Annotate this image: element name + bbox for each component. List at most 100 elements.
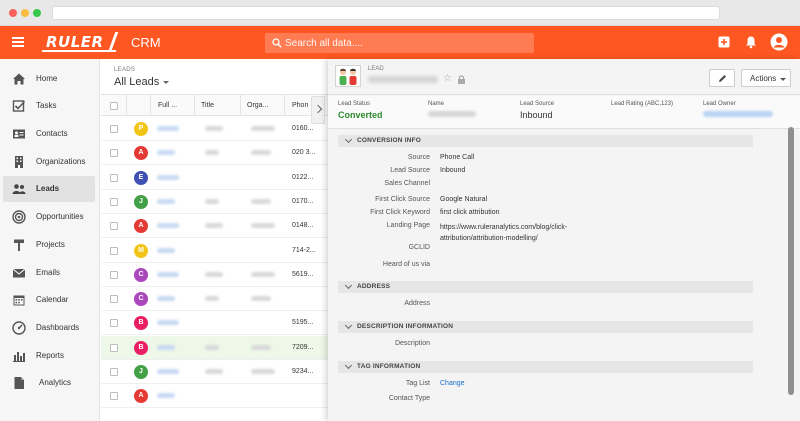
section-conversion-info[interactable]: CONVERSION INFO xyxy=(338,135,753,147)
column-header-title[interactable]: Title xyxy=(201,102,214,109)
lead-initial-avatar: J xyxy=(134,365,148,379)
name-redacted xyxy=(428,111,476,117)
field-value: first click attribution xyxy=(440,209,500,216)
row-checkbox[interactable] xyxy=(110,173,118,182)
lead-initial-avatar: A xyxy=(134,146,148,161)
row-checkbox[interactable] xyxy=(110,319,118,328)
address-bar[interactable] xyxy=(52,6,720,20)
table-row[interactable]: A 020 3... xyxy=(101,141,328,166)
phone-cell: 5195... xyxy=(292,319,314,327)
redacted-cell xyxy=(251,126,275,131)
sidebar-item-tasks[interactable]: Tasks xyxy=(3,93,95,119)
lead-initial-avatar: C xyxy=(134,292,148,307)
table-row[interactable]: P 0160... xyxy=(101,117,328,141)
column-header-organization[interactable]: Orga... xyxy=(247,102,268,109)
chevron-down-icon xyxy=(344,361,353,370)
redacted-cell xyxy=(157,393,175,399)
row-checkbox[interactable] xyxy=(110,392,118,401)
add-icon[interactable] xyxy=(717,35,731,49)
summary-label: Lead Status xyxy=(338,101,371,107)
sidebar-item-reports[interactable]: Reports xyxy=(3,343,95,369)
window-minimize-button[interactable] xyxy=(21,9,29,17)
sidebar-item-analytics[interactable]: Analytics xyxy=(3,370,95,396)
sidebar-item-opportunities[interactable]: Opportunities xyxy=(3,204,95,230)
search-input[interactable] xyxy=(285,36,525,50)
edit-button[interactable] xyxy=(709,69,735,87)
table-row[interactable]: A xyxy=(101,384,328,409)
sidebar-item-projects[interactable]: Projects xyxy=(3,232,95,258)
column-header-full-name[interactable]: Full ... xyxy=(158,102,177,109)
window-maximize-button[interactable] xyxy=(33,9,41,17)
table-row[interactable]: J 0170... xyxy=(101,190,328,214)
app-header: RULER CRM xyxy=(0,26,800,59)
sidebar-item-calendar[interactable]: Calendar xyxy=(3,287,95,313)
row-checkbox[interactable] xyxy=(110,246,118,255)
envelope-icon xyxy=(12,268,26,278)
table-row[interactable]: B 5195... xyxy=(101,311,328,336)
summary-label: Lead Source xyxy=(520,101,555,107)
field-label: Lead Source xyxy=(390,167,430,174)
row-checkbox[interactable] xyxy=(110,270,118,279)
hamburger-menu-icon[interactable] xyxy=(12,37,24,47)
document-icon xyxy=(14,377,24,389)
section-description[interactable]: DESCRIPTION INFORMATION xyxy=(338,321,753,333)
table-row[interactable]: B 7209... xyxy=(101,335,328,360)
bell-icon[interactable] xyxy=(744,35,758,49)
section-tag-information[interactable]: TAG INFORMATION xyxy=(338,361,753,373)
table-row[interactable]: C xyxy=(101,287,328,312)
row-checkbox[interactable] xyxy=(110,222,118,231)
select-all-checkbox[interactable] xyxy=(110,102,118,110)
change-tags-link[interactable]: Change xyxy=(440,380,465,387)
table-row[interactable]: A 0148... xyxy=(101,214,328,239)
field-label: Landing Page xyxy=(386,222,430,229)
column-header-phone[interactable]: Phon xyxy=(292,102,308,109)
sidebar-item-label: Projects xyxy=(36,240,65,249)
detail-field: Source Phone Call xyxy=(328,154,800,166)
lead-initial-avatar: A xyxy=(134,389,148,404)
section-address[interactable]: ADDRESS xyxy=(338,281,753,293)
table-row[interactable]: M 714-2... xyxy=(101,239,328,263)
detail-field: Contact Type xyxy=(328,395,800,407)
user-avatar-icon[interactable] xyxy=(770,33,788,51)
row-checkbox[interactable] xyxy=(110,125,118,133)
field-value: Google Natural xyxy=(440,196,488,203)
lead-initial-avatar: P xyxy=(134,122,148,136)
row-checkbox[interactable] xyxy=(110,295,118,304)
sidebar-item-home[interactable]: Home xyxy=(3,66,95,92)
list-view-selector[interactable]: All Leads xyxy=(114,76,170,88)
lead-initial-avatar: C xyxy=(134,267,148,282)
row-checkbox[interactable] xyxy=(110,368,118,376)
global-search[interactable] xyxy=(265,33,534,53)
ruler-logo[interactable]: RULER xyxy=(40,31,122,53)
lead-status-value: Converted xyxy=(338,110,383,120)
redacted-cell xyxy=(157,198,175,204)
hammer-icon xyxy=(14,239,24,251)
redacted-cell xyxy=(251,198,271,204)
actions-dropdown-button[interactable]: Actions xyxy=(741,69,791,87)
sidebar-item-contacts[interactable]: Contacts xyxy=(3,121,95,147)
redacted-cell xyxy=(157,369,179,374)
table-row[interactable]: C 5619... xyxy=(101,263,328,287)
table-row[interactable]: J 9234... xyxy=(101,360,328,384)
sidebar-item-emails[interactable]: Emails xyxy=(3,260,95,286)
detail-field: Tag List Change xyxy=(328,380,800,392)
star-icon[interactable]: ☆ xyxy=(443,73,452,84)
row-checkbox[interactable] xyxy=(110,197,118,206)
redacted-cell xyxy=(251,344,271,350)
sidebar-item-organizations[interactable]: Organizations xyxy=(3,149,95,175)
table-row[interactable]: E 0122... xyxy=(101,166,328,190)
row-checkbox[interactable] xyxy=(110,343,118,352)
app-name: CRM xyxy=(131,35,161,50)
expand-panel-button[interactable] xyxy=(311,96,325,124)
row-checkbox[interactable] xyxy=(110,149,118,158)
phone-cell: 0122... xyxy=(292,173,314,181)
summary-lead-status: Lead Status Converted xyxy=(338,101,383,120)
sidebar-item-label: Opportunities xyxy=(36,212,84,221)
sidebar-item-dashboards[interactable]: Dashboards xyxy=(3,315,95,341)
field-value: https://www.ruleranalytics.com/blog/clic… xyxy=(440,224,568,242)
redacted-cell xyxy=(251,223,275,229)
detail-scrollbar[interactable] xyxy=(788,127,794,395)
search-icon xyxy=(272,38,282,48)
window-close-button[interactable] xyxy=(9,9,17,17)
sidebar-item-leads[interactable]: Leads xyxy=(3,176,95,202)
